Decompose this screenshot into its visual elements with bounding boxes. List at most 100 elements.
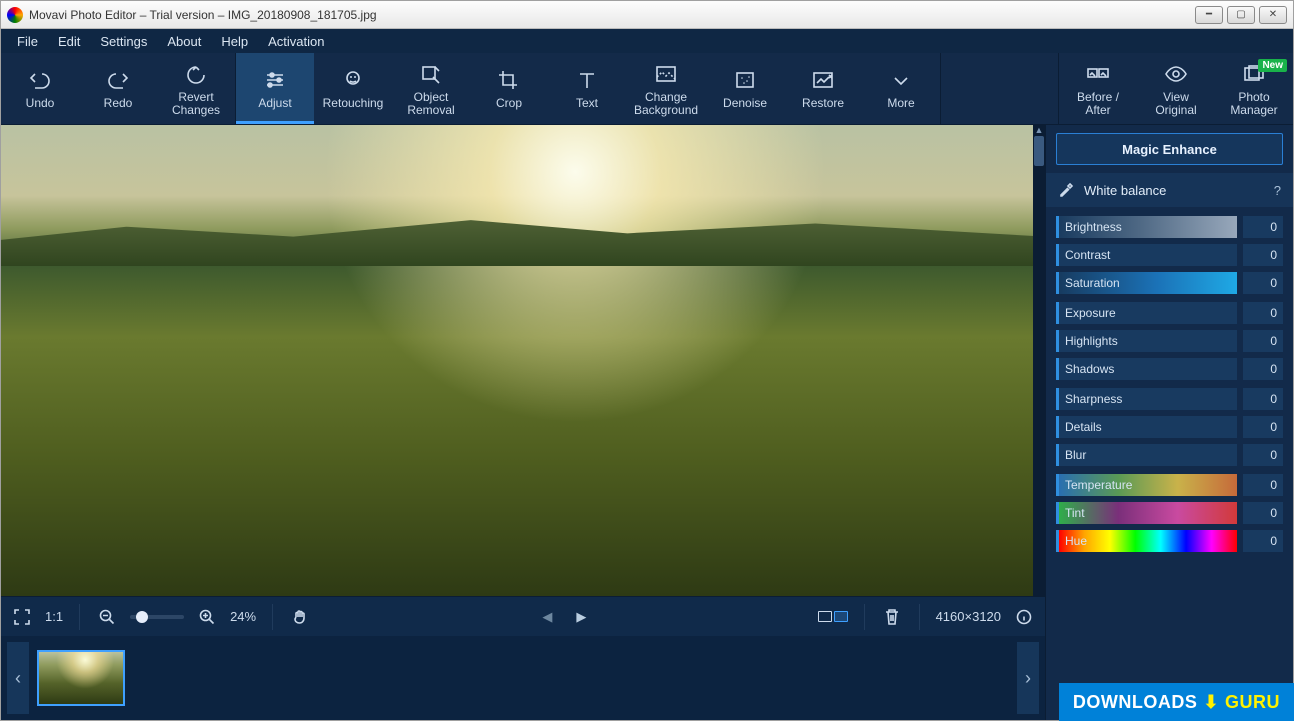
photo-canvas[interactable]: [1, 125, 1045, 596]
changebg-button[interactable]: Change Background: [626, 53, 706, 124]
slider-value-details[interactable]: 0: [1243, 416, 1283, 438]
slider-track-temperature[interactable]: Temperature: [1056, 474, 1237, 496]
more-label: More: [887, 97, 914, 110]
window-title: Movavi Photo Editor – Trial version – IM…: [29, 8, 377, 22]
vieworig-icon: [1164, 63, 1188, 85]
slider-label: Highlights: [1065, 334, 1118, 348]
slider-value-sharpness[interactable]: 0: [1243, 388, 1283, 410]
menu-settings[interactable]: Settings: [90, 31, 157, 52]
delete-icon[interactable]: [881, 606, 903, 628]
slider-hue: Hue 0: [1056, 529, 1283, 553]
info-icon[interactable]: [1013, 606, 1035, 628]
minimize-button[interactable]: ━: [1195, 6, 1223, 24]
slider-shadows: Shadows 0: [1056, 357, 1283, 381]
next-image-icon[interactable]: ▶: [570, 606, 592, 628]
photo-decoration: [1, 200, 1045, 266]
fit-mode-toggle[interactable]: [818, 611, 848, 622]
beforeafter-label: Before / After: [1077, 91, 1119, 117]
retouch-button[interactable]: Retouching: [314, 53, 392, 124]
hand-pan-icon[interactable]: [289, 606, 311, 628]
slider-value-contrast[interactable]: 0: [1243, 244, 1283, 266]
slider-value-highlights[interactable]: 0: [1243, 330, 1283, 352]
thumbnail-strip: ‹ ›: [1, 636, 1045, 720]
slider-saturation: Saturation 0: [1056, 271, 1283, 295]
zoom-slider[interactable]: [130, 615, 184, 619]
slider-track-shadows[interactable]: Shadows: [1056, 358, 1237, 380]
undo-icon: [28, 69, 52, 91]
slider-track-blur[interactable]: Blur: [1056, 444, 1237, 466]
slider-value-tint[interactable]: 0: [1243, 502, 1283, 524]
zoom-out-icon[interactable]: [96, 606, 118, 628]
slider-value-shadows[interactable]: 0: [1243, 358, 1283, 380]
slider-track-tint[interactable]: Tint: [1056, 502, 1237, 524]
menu-about[interactable]: About: [157, 31, 211, 52]
restore-button[interactable]: Restore: [784, 53, 862, 124]
slider-track-brightness[interactable]: Brightness: [1056, 216, 1237, 238]
undo-button[interactable]: Undo: [1, 53, 79, 124]
app-icon: [7, 7, 23, 23]
slider-track-hue[interactable]: Hue: [1056, 530, 1237, 552]
slider-track-sharpness[interactable]: Sharpness: [1056, 388, 1237, 410]
adjust-button[interactable]: Adjust: [236, 53, 314, 124]
slider-track-highlights[interactable]: Highlights: [1056, 330, 1237, 352]
slider-value-temperature[interactable]: 0: [1243, 474, 1283, 496]
zoom-in-icon[interactable]: [196, 606, 218, 628]
slider-value-exposure[interactable]: 0: [1243, 302, 1283, 324]
slider-label: Tint: [1065, 506, 1085, 520]
crop-button[interactable]: Crop: [470, 53, 548, 124]
fullscreen-icon[interactable]: [11, 606, 33, 628]
photomgr-button[interactable]: Photo ManagerNew: [1215, 53, 1293, 124]
new-badge: New: [1258, 59, 1287, 72]
slider-track-saturation[interactable]: Saturation: [1056, 272, 1237, 294]
slider-value-brightness[interactable]: 0: [1243, 216, 1283, 238]
menu-help[interactable]: Help: [211, 31, 258, 52]
redo-button[interactable]: Redo: [79, 53, 157, 124]
slider-track-contrast[interactable]: Contrast: [1056, 244, 1237, 266]
scrollbar-thumb[interactable]: [1034, 136, 1044, 166]
slider-value-hue[interactable]: 0: [1243, 530, 1283, 552]
slider-exposure: Exposure 0: [1056, 301, 1283, 325]
close-button[interactable]: ✕: [1259, 6, 1287, 24]
thumb-prev-button[interactable]: ‹: [7, 642, 29, 714]
maximize-button[interactable]: ▢: [1227, 6, 1255, 24]
help-icon[interactable]: ?: [1274, 183, 1281, 198]
restore-icon: [811, 69, 835, 91]
white-balance-row[interactable]: White balance ?: [1046, 173, 1293, 207]
objrem-label: Object Removal: [407, 91, 454, 117]
vieworig-button[interactable]: View Original: [1137, 53, 1215, 124]
magic-enhance-button[interactable]: Magic Enhance: [1056, 133, 1283, 165]
denoise-button[interactable]: Denoise: [706, 53, 784, 124]
slider-value-blur[interactable]: 0: [1243, 444, 1283, 466]
redo-label: Redo: [104, 97, 133, 110]
canvas-viewport[interactable]: ▲: [1, 125, 1045, 596]
more-button[interactable]: More: [862, 53, 940, 124]
crop-label: Crop: [496, 97, 522, 110]
slider-track-exposure[interactable]: Exposure: [1056, 302, 1237, 324]
objrem-button[interactable]: Object Removal: [392, 53, 470, 124]
slider-tint: Tint 0: [1056, 501, 1283, 525]
slider-track-details[interactable]: Details: [1056, 416, 1237, 438]
slider-label: Saturation: [1065, 276, 1120, 290]
thumbnail[interactable]: [37, 650, 125, 706]
one-to-one-button[interactable]: 1:1: [45, 609, 63, 624]
revert-button[interactable]: Revert Changes: [157, 53, 235, 124]
retouch-label: Retouching: [323, 97, 384, 110]
thumb-next-button[interactable]: ›: [1017, 642, 1039, 714]
vertical-scrollbar[interactable]: ▲: [1033, 125, 1045, 596]
text-label: Text: [576, 97, 598, 110]
menu-file[interactable]: File: [7, 31, 48, 52]
prev-image-icon[interactable]: ◀: [536, 606, 558, 628]
menu-edit[interactable]: Edit: [48, 31, 90, 52]
zoom-percent: 24%: [230, 609, 256, 624]
text-button[interactable]: Text: [548, 53, 626, 124]
workarea: ▲ 1:1 24%: [1, 125, 1293, 720]
sliders-container: Brightness 0 Contrast 0 Saturation 0 Exposure 0…: [1056, 215, 1283, 553]
menu-activation[interactable]: Activation: [258, 31, 334, 52]
toolbar: Undo Redo Revert ChangesAdjust Retouching Ob…: [1, 53, 1293, 125]
titlebar: Movavi Photo Editor – Trial version – IM…: [1, 1, 1293, 29]
slider-value-saturation[interactable]: 0: [1243, 272, 1283, 294]
adjust-panel: Magic Enhance White balance ? Brightness…: [1045, 125, 1293, 720]
beforeafter-button[interactable]: Before / After: [1059, 53, 1137, 124]
crop-icon: [497, 69, 521, 91]
changebg-icon: [654, 63, 678, 85]
